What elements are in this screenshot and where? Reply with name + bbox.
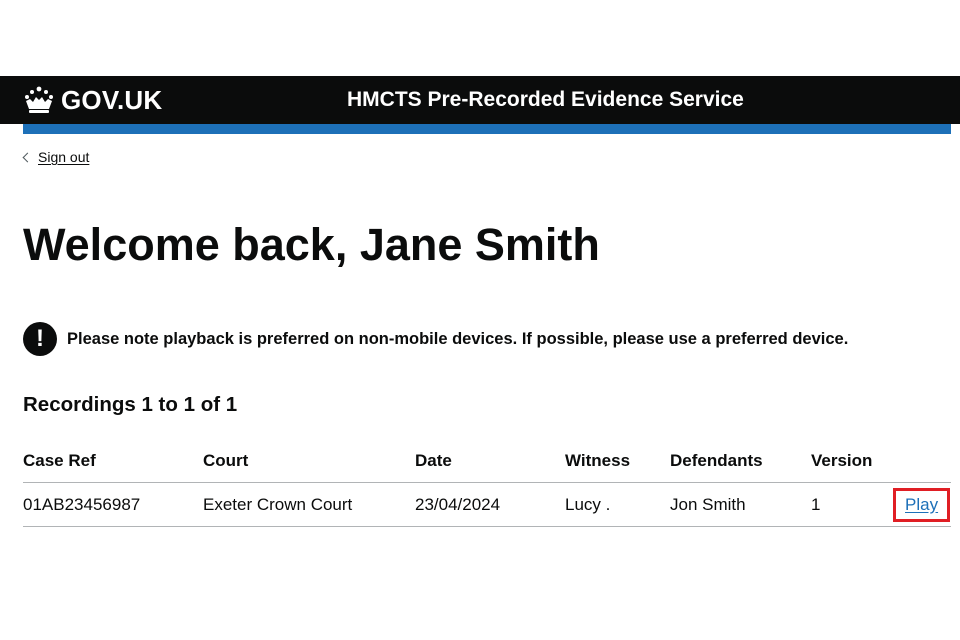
govuk-logo-text: GOV.UK [61, 84, 163, 115]
column-header-witness: Witness [565, 440, 670, 483]
cell-action: Play [892, 482, 951, 527]
page-title: Welcome back, Jane Smith [23, 219, 600, 270]
warning-icon: ! [23, 322, 57, 356]
play-link[interactable]: Play [892, 487, 951, 522]
column-header-defendants: Defendants [670, 440, 811, 483]
site-header: GOV.UK HMCTS Pre-Recorded Evidence Servi… [0, 76, 960, 124]
sign-out-label: Sign out [38, 149, 90, 165]
cell-date: 23/04/2024 [415, 482, 565, 527]
header-accent-bar [23, 124, 951, 134]
table-header-row: Case Ref Court Date Witness Defendants V… [23, 440, 951, 483]
cell-witness: Lucy . [565, 482, 670, 527]
recordings-caption: Recordings 1 to 1 of 1 [23, 393, 238, 416]
cell-case-ref: 01AB23456987 [23, 482, 203, 527]
warning-message: Please note playback is preferred on non… [67, 329, 849, 348]
column-header-court: Court [203, 440, 415, 483]
table-row: 01AB23456987 Exeter Crown Court 23/04/20… [23, 482, 951, 527]
crown-icon [25, 86, 53, 113]
column-header-version: Version [811, 440, 896, 483]
column-header-date: Date [415, 440, 565, 483]
chevron-left-icon [22, 152, 33, 163]
column-header-case-ref: Case Ref [23, 440, 203, 483]
govuk-logo-link[interactable]: GOV.UK [23, 83, 162, 117]
service-name-link[interactable]: HMCTS Pre-Recorded Evidence Service [347, 88, 744, 112]
cell-defendants: Jon Smith [670, 482, 811, 527]
cell-version: 1 [811, 482, 896, 527]
warning-text-block: ! Please note playback is preferred on n… [23, 322, 848, 356]
sign-out-link[interactable]: Sign out [22, 149, 90, 165]
cell-court: Exeter Crown Court [203, 482, 415, 527]
recordings-table: Case Ref Court Date Witness Defendants V… [23, 440, 951, 527]
column-header-action [896, 440, 951, 483]
